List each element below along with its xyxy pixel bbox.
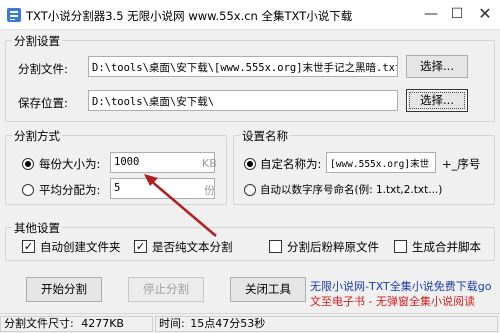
window-title: TXT小说分割器3.5 无限小说网 www.55x.cn 全集TXT小说下载 <box>26 9 353 23</box>
by-size-radio[interactable] <box>22 158 34 170</box>
split-method-legend: 分割方式 <box>12 128 62 144</box>
merge-script-checkbox[interactable] <box>394 240 407 253</box>
split-file-input[interactable]: D:\tools\桌面\安下载\[www.555x.org]末世手记之黑暗.tx… <box>88 56 398 77</box>
plain-text-split-checkbox[interactable]: ✓ <box>134 240 147 253</box>
by-size-unit: KB <box>202 157 217 170</box>
promo-link-novel-site[interactable]: 无限小说网-TXT全集小说免费下载go <box>310 278 491 294</box>
auto-create-folder-label: 自动创建文件夹 <box>40 240 121 254</box>
custom-name-suffix: +_序号 <box>442 157 481 171</box>
other-settings-legend: 其他设置 <box>12 220 62 236</box>
naming-legend: 设置名称 <box>240 128 290 144</box>
shred-original-label: 分割后粉粹原文件 <box>287 240 379 254</box>
by-count-radio[interactable] <box>22 184 34 196</box>
naming-group: 设置名称 自定名称为: [www.555x.org]末世 +_序号 自动以数字序… <box>233 128 495 205</box>
plain-text-split-label: 是否纯文本分割 <box>152 240 233 254</box>
custom-name-input[interactable]: [www.555x.org]末世 <box>326 152 436 173</box>
annotation-arrow-icon <box>144 174 217 237</box>
start-split-button[interactable]: 开始分割 <box>26 277 102 302</box>
title-bar: TXT小说分割器3.5 无限小说网 www.55x.cn 全集TXT小说下载 —… <box>0 0 500 30</box>
stop-split-button[interactable]: 停止分割 <box>128 277 204 302</box>
close-tool-button[interactable]: 关闭工具 <box>230 277 306 302</box>
split-file-label: 分割文件: <box>18 62 68 76</box>
status-bar: 分割文件尺寸: 4277KB 时间: 15点47分53秒 <box>0 313 500 333</box>
status-time-label: 时间: <box>159 317 185 330</box>
shred-original-checkbox[interactable] <box>269 240 282 253</box>
save-location-label: 保存位置: <box>18 96 68 110</box>
status-size-value: 4277KB <box>81 317 124 330</box>
maximize-button[interactable]: ☐ <box>442 0 472 30</box>
by-size-label: 每份大小为: <box>39 157 101 171</box>
custom-name-radio[interactable] <box>244 158 256 170</box>
main-window: TXT小说分割器3.5 无限小说网 www.55x.cn 全集TXT小说下载 —… <box>0 0 500 333</box>
status-time-value: 15点47分53秒 <box>190 317 266 330</box>
promo-link-ebook-site[interactable]: 文至电子书 - 无弹窗全集小说阅读 <box>310 293 475 309</box>
auto-create-folder-checkbox[interactable]: ✓ <box>22 240 35 253</box>
save-location-input[interactable]: D:\tools\桌面\安下载\ <box>88 90 398 111</box>
custom-name-label: 自定名称为: <box>260 157 322 171</box>
status-size-label: 分割文件尺寸: <box>4 317 74 330</box>
other-settings-group: 其他设置 ✓ 自动创建文件夹 ✓ 是否纯文本分割 分割后粉粹原文件 生成合并脚本 <box>5 220 495 261</box>
split-settings-legend: 分割设置 <box>12 33 62 49</box>
app-icon <box>7 8 21 22</box>
numeric-name-radio[interactable] <box>244 184 256 196</box>
split-file-browse-button[interactable]: 选择... <box>406 55 468 78</box>
numeric-name-label: 自动以数字序号命名(例: 1.txt,2.txt...) <box>260 184 443 196</box>
by-count-label: 平均分配为: <box>39 183 101 197</box>
merge-script-label: 生成合并脚本 <box>412 240 481 254</box>
split-settings-group: 分割设置 分割文件: D:\tools\桌面\安下载\[www.555x.org… <box>5 33 495 122</box>
status-size-cell: 分割文件尺寸: 4277KB <box>0 316 153 332</box>
save-location-browse-button[interactable]: 选择... <box>406 89 468 112</box>
status-time-cell: 时间: 15点47分53秒 <box>155 316 498 332</box>
close-window-button[interactable]: ✕ <box>470 0 500 30</box>
